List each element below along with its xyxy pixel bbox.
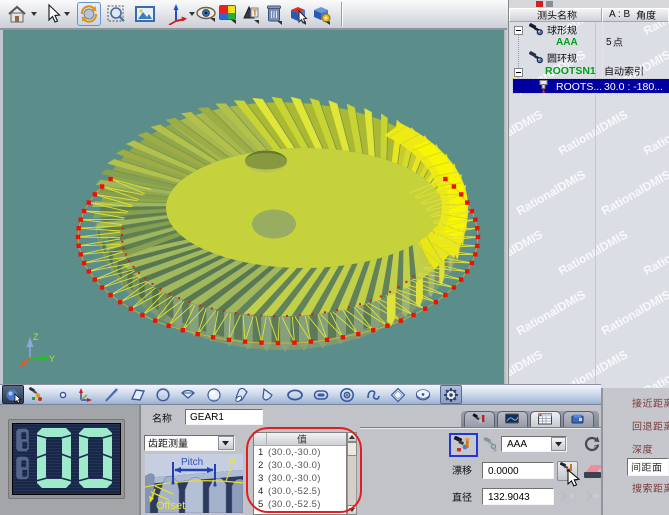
- svg-text:Z: Z: [33, 332, 39, 342]
- svg-text:T: T: [253, 9, 258, 18]
- svg-text:Y: Y: [49, 354, 55, 364]
- svg-text:D: D: [229, 456, 236, 466]
- svg-text:Pitch: Pitch: [181, 457, 203, 468]
- svg-text:Offset: Offset: [156, 500, 185, 512]
- svg-text:F: F: [594, 445, 598, 452]
